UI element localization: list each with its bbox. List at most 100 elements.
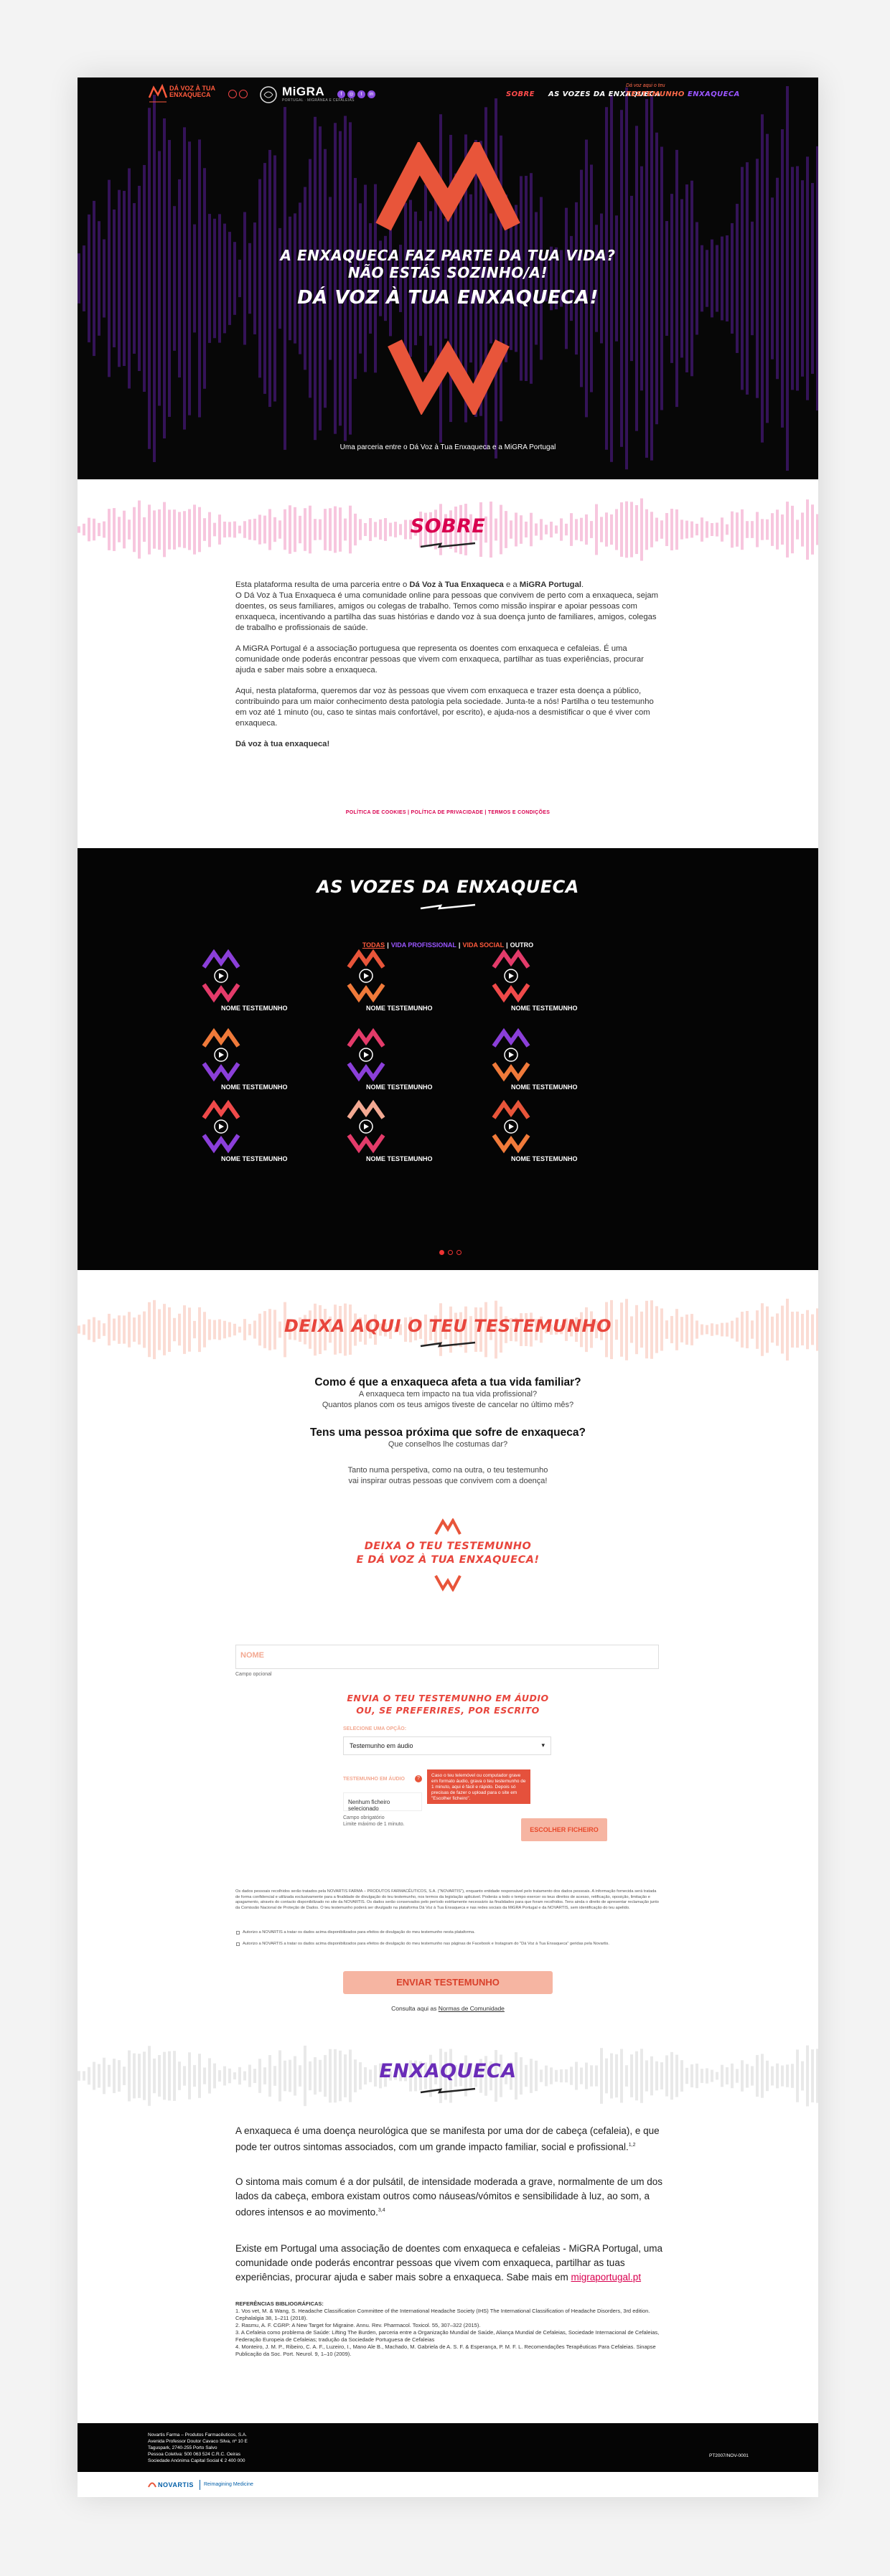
enxaqueca-p3: Existe em Portugal uma associação de doe… <box>235 2242 673 2285</box>
file-required: Campo obrigatório <box>343 1815 385 1820</box>
enxaqueca-p1-sup: 1,2 <box>628 2143 636 2148</box>
sobre-p1-c: e a <box>503 580 520 589</box>
testimonial-zigzag-icon <box>347 1028 385 1082</box>
question-3-sub1: Tanto numa perspetiva, como na outra, o … <box>347 1466 548 1475</box>
hero-question: A ENXAQUECA FAZ PARTE DA TUA VIDA? NÃO E… <box>78 247 818 281</box>
nav-link-enxaqueca[interactable]: ENXAQUECA <box>688 90 740 98</box>
filter-vida-profissional[interactable]: VIDA PROFISSIONAL <box>391 941 456 949</box>
consent-checkbox-1[interactable] <box>236 1931 240 1935</box>
enxaqueca-p2-text: O sintoma mais comum é a dor pulsátil, d… <box>235 2176 663 2218</box>
footer-code: PT2007/NOV-0001 <box>709 2453 749 2458</box>
title-underline-icon <box>420 903 476 910</box>
sobre-p3: A MiGRA Portugal é a associação portugue… <box>235 644 644 674</box>
consent-2: Autorizo a NOVARTIS a tratar os dados ac… <box>236 1942 668 1947</box>
novartis-bar: NOVARTIS Reimagining Medicine <box>78 2472 818 2497</box>
testimonial-card[interactable]: NOME TESTEMUNHO <box>200 1028 293 1099</box>
question-3-sub2: vai inspirar outras pessoas que convivem… <box>348 1477 548 1485</box>
norms-link[interactable]: Normas de Comunidade <box>439 2005 505 2012</box>
testimonial-card[interactable]: NOME TESTEMUNHO <box>200 1099 293 1171</box>
question-2-sub1: Que conselhos lhe costumas dar? <box>388 1440 508 1449</box>
audio-line2: OU, SE PREFERIRES, POR ESCRITO <box>356 1705 540 1716</box>
ref-item: 3. A Cefaleia como problema de Saúde: Li… <box>235 2329 660 2343</box>
cta-line2: E DÁ VOZ À TUA ENXAQUECA! <box>356 1554 540 1566</box>
testimonial-zigzag-icon <box>492 949 530 1003</box>
carousel-dot[interactable] <box>448 1250 453 1255</box>
vozes-section: AS VOZES DA ENXAQUECA TODAS | VIDA PROFISS… <box>78 848 818 1270</box>
novartis-logo[interactable]: NOVARTIS <box>158 2481 194 2488</box>
testimonial-zigzag-icon <box>202 1028 240 1082</box>
ref-item: 2. Rasmu, A. F. CGRP: A New Target for M… <box>235 2322 481 2328</box>
twitter-icon[interactable]: t <box>357 90 365 98</box>
file-limit: Limite máximo de 1 minuto. <box>343 1822 405 1827</box>
testimonial-card[interactable]: NOME TESTEMUNHO <box>490 1028 583 1099</box>
name-optional-hint: Campo opcional <box>235 1672 272 1677</box>
testimonial-name: NOME TESTEMUNHO <box>221 1083 288 1091</box>
cta-line1: DEIXA O TEU TESTEMUNHO <box>364 1541 532 1552</box>
consent-2-text: Autorizo a NOVARTIS a tratar os dados ac… <box>243 1942 609 1946</box>
footer-line: Avenida Professor Doutor Cavaco Silva, n… <box>148 2439 248 2444</box>
question-block-3: Tanto numa perspetiva, como na outra, o … <box>78 1465 818 1487</box>
nav-link-sobre[interactable]: SOBRE <box>506 90 535 98</box>
refs-title: REFERÊNCIAS BIBLIOGRÁFICAS: <box>235 2300 324 2307</box>
audio-heading: ENVIA O TEU TESTEMUNHO EM ÁUDIO OU, SE P… <box>78 1692 818 1716</box>
name-input[interactable]: NOME <box>235 1645 659 1669</box>
partner-sub: PORTUGAL · MIGRÂNEA E CEFALEIAS <box>282 98 355 103</box>
carousel-dot[interactable] <box>456 1250 462 1255</box>
upload-label: TESTEMUNHO EM ÁUDIO <box>343 1777 405 1782</box>
filter-outro[interactable]: OUTRO <box>510 941 534 949</box>
hero-top-zigzag-icon <box>375 142 520 231</box>
novartis-tagline: Reimagining Medicine <box>204 2482 253 2487</box>
info-icon[interactable]: ? <box>415 1775 422 1782</box>
footer-line: Taguspark, 2740-255 Porto Salvo <box>148 2445 217 2450</box>
testimonial-card[interactable]: NOME TESTEMUNHO <box>490 1099 583 1171</box>
filter-todas[interactable]: TODAS <box>362 941 385 949</box>
filter-vida-social[interactable]: VIDA SOCIAL <box>462 941 504 949</box>
choose-file-button[interactable]: ESCOLHER FICHEIRO <box>521 1818 607 1841</box>
ref-item: 4. Monteiro, J. M. P., Ribeiro, C. A. F.… <box>235 2344 656 2357</box>
facebook-icon[interactable]: f <box>337 90 345 98</box>
testimonial-zigzag-icon <box>347 1099 385 1154</box>
sobre-p1-a: Esta plataforma resulta de uma parceria … <box>235 580 410 589</box>
partner-logo[interactable]: MiGRA <box>282 85 324 99</box>
cta-heading: DEIXA O TEU TESTEMUNHO E DÁ VOZ À TUA EN… <box>78 1540 818 1567</box>
select-value: Testemunho em áudio <box>350 1742 413 1749</box>
sobre-p4: Aqui, nesta plataforma, queremos dar voz… <box>235 687 654 728</box>
sobre-text: Esta plataforma resulta de uma parceria … <box>235 580 660 760</box>
file-status: Nenhum ficheiro selecionado <box>343 1792 422 1812</box>
testimonial-zigzag-icon <box>492 1028 530 1082</box>
policy-links[interactable]: POLÍTICA DE COOKIES | POLÍTICA DE PRIVAC… <box>78 810 818 815</box>
hero-headline: DÁ VOZ À TUA ENXAQUECA! <box>297 287 599 309</box>
testimony-type-select[interactable]: Testemunho em áudio ▾ <box>343 1736 551 1755</box>
sobre-p1-b: Dá Voz à Tua Enxaqueca <box>409 580 504 589</box>
footer-line: Novartis Farma – Produtos Farmacêuticos,… <box>148 2432 247 2438</box>
upload-tooltip: Caso o teu telemóvel ou computador grave… <box>427 1769 530 1804</box>
carousel-dot-active[interactable] <box>439 1250 444 1255</box>
testimonial-card[interactable]: NOME TESTEMUNHO <box>490 949 583 1020</box>
nav-link-testemunho[interactable]: TESTEMUNHO <box>626 90 685 98</box>
sobre-p5: Dá voz à tua enxaqueca! <box>235 740 330 748</box>
page: DÁ VOZ À TUA ENXAQUECA MiGRA PORTUGAL · … <box>78 77 818 2497</box>
audio-line1: ENVIA O TEU TESTEMUNHO EM ÁUDIO <box>347 1693 549 1703</box>
send-testimony-button[interactable]: ENVIAR TESTEMUNHO <box>343 1971 553 1994</box>
hero-bottom-zigzag-icon <box>388 339 510 415</box>
title-underline-icon <box>420 2087 476 2094</box>
testimonial-name: NOME TESTEMUNHO <box>511 1083 578 1091</box>
footer: Novartis Farma – Produtos Farmacêuticos,… <box>78 2423 818 2472</box>
testimonial-card[interactable]: NOME TESTEMUNHO <box>345 949 438 1020</box>
linkedin-icon[interactable]: in <box>367 90 375 98</box>
testimonial-name: NOME TESTEMUNHO <box>511 1155 578 1162</box>
enxaqueca-p2: O sintoma mais comum é a dor pulsátil, d… <box>235 2175 673 2220</box>
migra-link[interactable]: migraportugal.pt <box>571 2272 642 2283</box>
instagram-icon[interactable]: ◎ <box>347 90 355 98</box>
testimonial-card[interactable]: NOME TESTEMUNHO <box>200 949 293 1020</box>
testimonial-name: NOME TESTEMUNHO <box>366 1083 433 1091</box>
testimonial-zigzag-icon <box>202 949 240 1003</box>
testimonial-name: NOME TESTEMUNHO <box>511 1005 578 1012</box>
sobre-p1-d: MiGRA Portugal <box>519 580 581 589</box>
enxaqueca-p2-sup: 3,4 <box>378 2208 385 2213</box>
testimonial-zigzag-icon <box>492 1099 530 1154</box>
consent-checkbox-2[interactable] <box>236 1942 240 1946</box>
testimonial-card[interactable]: NOME TESTEMUNHO <box>345 1099 438 1171</box>
question-1: Como é que a enxaqueca afeta a tua vida … <box>314 1376 581 1388</box>
testimonial-card[interactable]: NOME TESTEMUNHO <box>345 1028 438 1099</box>
